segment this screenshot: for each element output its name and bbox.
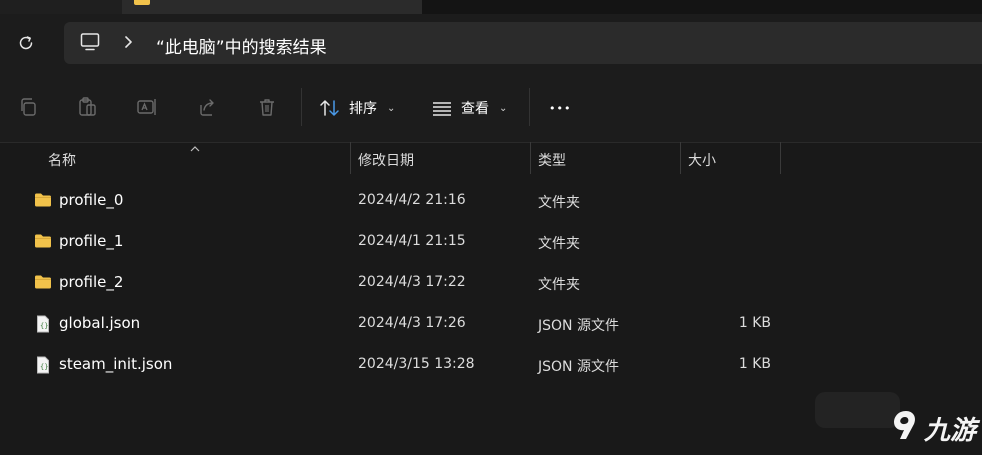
file-type: 文件夹 [538,195,580,211]
column-divider[interactable] [780,142,781,174]
paste-icon[interactable] [76,96,98,118]
file-name: profile_1 [59,232,124,250]
refresh-icon [19,36,33,50]
copy-icon[interactable] [17,96,39,118]
svg-text:{}: {} [40,363,48,371]
file-type: JSON 源文件 [538,359,619,375]
file-modified: 2024/3/15 13:28 [358,356,475,372]
file-type: JSON 源文件 [538,318,619,334]
active-tab[interactable] [122,0,422,14]
column-divider[interactable] [680,142,681,174]
tab-strip-empty [422,0,982,14]
column-divider[interactable] [530,142,531,174]
sort-button[interactable]: 排序 ⌄ [319,90,395,126]
json-file-icon: {} [36,315,54,333]
file-name: profile_2 [59,273,124,291]
rename-icon[interactable] [136,96,158,118]
toolbar-separator [529,88,530,126]
file-row[interactable]: profile_1 2024/4/1 21:15 文件夹 [0,221,982,262]
folder-icon [34,192,52,208]
more-icon: ••• [549,101,572,115]
folder-icon [34,274,52,290]
svg-text:{}: {} [40,322,48,330]
folder-icon [34,233,52,249]
delete-icon[interactable] [256,96,278,118]
file-type: 文件夹 [538,277,580,293]
file-modified: 2024/4/2 21:16 [358,192,466,208]
sort-ascending-icon [190,141,200,152]
watermark-text: 九游 [924,416,977,446]
view-label: 查看 [461,101,489,117]
file-name: profile_0 [59,191,124,209]
column-header-modified[interactable]: 修改日期 [358,150,414,170]
sort-label: 排序 [349,101,377,117]
file-name: global.json [59,314,141,332]
column-header-name[interactable]: 名称 [48,150,76,170]
file-size: 1 KB [738,315,771,331]
address-path[interactable]: “此电脑”中的搜索结果 [156,33,327,58]
chevron-down-icon: ⌄ [387,102,396,114]
chevron-down-icon: ⌄ [499,102,508,114]
file-size: 1 KB [738,356,771,372]
view-button[interactable]: 查看 ⌄ [431,90,507,126]
sort-icon [320,100,339,116]
refresh-button[interactable] [14,30,38,56]
file-row[interactable]: {} steam_init.json 2024/3/15 13:28 JSON … [0,344,982,385]
file-row[interactable]: profile_0 2024/4/2 21:16 文件夹 [0,180,982,221]
file-row[interactable]: {} global.json 2024/4/3 17:26 JSON 源文件 1… [0,303,982,344]
json-file-icon: {} [36,356,54,374]
view-icon [433,102,451,116]
column-header-size[interactable]: 大小 [688,150,716,170]
toolbar-separator [301,88,302,126]
tab-folder-icon [134,0,150,5]
share-icon[interactable] [196,96,218,118]
file-modified: 2024/4/3 17:26 [358,315,466,331]
watermark-logo-icon [890,408,922,442]
more-options-button[interactable]: ••• [549,90,571,126]
file-modified: 2024/4/3 17:22 [358,274,466,290]
file-modified: 2024/4/1 21:15 [358,233,466,249]
column-divider[interactable] [350,142,351,174]
file-row[interactable]: profile_2 2024/4/3 17:22 文件夹 [0,262,982,303]
column-header-type[interactable]: 类型 [538,150,566,170]
watermark-backdrop [815,392,900,428]
computer-icon[interactable] [80,32,100,52]
breadcrumb-chevron-icon[interactable] [122,34,134,50]
file-type: 文件夹 [538,236,580,252]
file-name: steam_init.json [59,355,173,373]
